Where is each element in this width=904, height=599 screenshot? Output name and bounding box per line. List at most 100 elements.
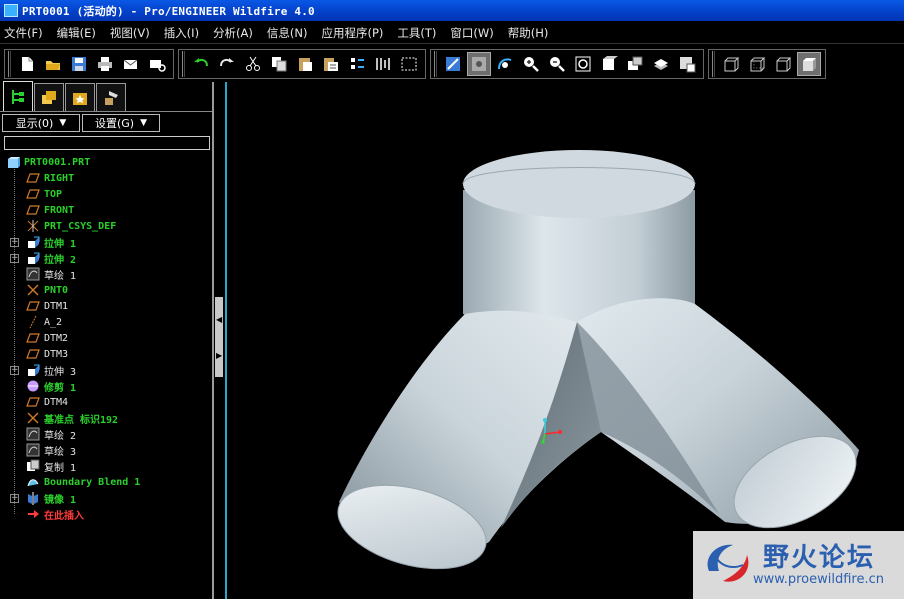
tree-node-label: 拉伸 1: [44, 238, 77, 250]
reorient-icon[interactable]: [597, 52, 621, 76]
tree-node-label: TOP: [44, 188, 63, 200]
tree-node[interactable]: A_2: [0, 314, 212, 330]
menu-insert[interactable]: 插入(I): [164, 25, 199, 41]
sketch-icon: [26, 427, 40, 441]
tree-node-label: RIGHT: [44, 172, 75, 184]
tree-node[interactable]: PRT_CSYS_DEF: [0, 218, 212, 234]
datum-plane-icon: [26, 299, 40, 313]
view-manager-icon[interactable]: [675, 52, 699, 76]
tree-node[interactable]: PNT0: [0, 282, 212, 298]
toolbar-group-2: [178, 48, 426, 79]
orient-icon[interactable]: [493, 52, 517, 76]
new-icon[interactable]: [15, 52, 39, 76]
redo-icon[interactable]: [215, 52, 239, 76]
menu-view[interactable]: 视图(V): [110, 25, 150, 41]
menu-analysis[interactable]: 分析(A): [213, 25, 253, 41]
selection-filter-icon[interactable]: [397, 52, 421, 76]
toolbar-grip[interactable]: [8, 50, 11, 77]
datum-plane-icon: [26, 347, 40, 361]
expand-icon[interactable]: +: [10, 365, 19, 375]
expand-right-icon[interactable]: ▶: [216, 351, 222, 360]
tree-node[interactable]: 草绘 3: [0, 442, 212, 458]
menu-applications[interactable]: 应用程序(P): [321, 25, 383, 41]
tree-node[interactable]: + 拉伸 2: [0, 250, 212, 266]
tree-node[interactable]: 草绘 2: [0, 426, 212, 442]
part-icon: [6, 155, 20, 169]
cut-icon[interactable]: [241, 52, 265, 76]
tree-node[interactable]: DTM2: [0, 330, 212, 346]
menu-file[interactable]: 文件(F): [4, 25, 43, 41]
saved-views-icon[interactable]: [623, 52, 647, 76]
tree-options-bar: 显示(0) ▼ 设置(G) ▼: [0, 112, 212, 132]
graphics-window[interactable]: [227, 82, 904, 599]
tree-node[interactable]: 在此插入: [0, 506, 212, 522]
favorites-tab-icon[interactable]: [65, 83, 95, 111]
email-link-icon[interactable]: [145, 52, 169, 76]
tree-node[interactable]: DTM4: [0, 394, 212, 410]
splitter-handle[interactable]: ◀ ▶: [215, 297, 223, 377]
wireframe-icon[interactable]: [719, 52, 743, 76]
tree-node-label: 草绘 3: [44, 446, 77, 458]
tree-node[interactable]: 基准点 标识192: [0, 410, 212, 426]
toolbar-grip[interactable]: [434, 50, 437, 77]
tree-node[interactable]: TOP: [0, 186, 212, 202]
shading-icon[interactable]: [797, 51, 821, 76]
refit-icon[interactable]: [571, 52, 595, 76]
tree-node[interactable]: Boundary Blend 1: [0, 474, 212, 490]
expand-icon[interactable]: +: [10, 493, 19, 503]
tree-node[interactable]: + 镜像 1: [0, 490, 212, 506]
open-icon[interactable]: [41, 52, 65, 76]
tree-node[interactable]: PRT0001.PRT: [0, 154, 212, 170]
tree-filter-input[interactable]: [4, 136, 210, 150]
datum-plane-icon: [26, 395, 40, 409]
toolbar-group-4: [708, 48, 826, 79]
connections-tab-icon[interactable]: [96, 83, 126, 111]
expand-icon[interactable]: +: [10, 253, 19, 263]
menu-window[interactable]: 窗口(W): [450, 25, 493, 41]
datum-point-icon: [26, 283, 40, 297]
toolbar-grip[interactable]: [182, 50, 185, 77]
menu-help[interactable]: 帮助(H): [508, 25, 549, 41]
hidden-line-icon[interactable]: [745, 52, 769, 76]
zoom-in-icon[interactable]: [519, 52, 543, 76]
save-icon[interactable]: [67, 52, 91, 76]
menu-edit[interactable]: 编辑(E): [57, 25, 96, 41]
print-icon[interactable]: [93, 52, 117, 76]
tree-node-label: PNT0: [44, 284, 69, 296]
tree-node[interactable]: FRONT: [0, 202, 212, 218]
sketch-icon: [26, 443, 40, 457]
email-icon[interactable]: [119, 52, 143, 76]
folder-browser-tab-icon[interactable]: [34, 83, 64, 111]
spin-center-icon[interactable]: [467, 51, 491, 76]
no-hidden-icon[interactable]: [771, 52, 795, 76]
menu-tools[interactable]: 工具(T): [397, 25, 436, 41]
undo-icon[interactable]: [189, 52, 213, 76]
regenerate-icon[interactable]: [345, 52, 369, 76]
tree-node[interactable]: + 拉伸 3: [0, 362, 212, 378]
model-tree-tab-icon[interactable]: [3, 81, 33, 111]
tree-node[interactable]: 复制 1: [0, 458, 212, 474]
y-pipe-model[interactable]: [227, 82, 904, 599]
tree-node[interactable]: DTM1: [0, 298, 212, 314]
menu-info[interactable]: 信息(N): [267, 25, 308, 41]
toolbar-grip[interactable]: [712, 50, 715, 77]
expand-icon[interactable]: +: [10, 237, 19, 247]
tree-node-label: 修剪 1: [44, 382, 77, 394]
zoom-out-icon[interactable]: [545, 52, 569, 76]
tree-node[interactable]: + 拉伸 1: [0, 234, 212, 250]
tree-node[interactable]: DTM3: [0, 346, 212, 362]
toolbar-group-1: [4, 48, 174, 79]
ribbon-icon[interactable]: [371, 52, 395, 76]
tree-node[interactable]: RIGHT: [0, 170, 212, 186]
show-dropdown[interactable]: 显示(0) ▼: [2, 114, 80, 132]
copy-icon[interactable]: [267, 52, 291, 76]
settings-dropdown[interactable]: 设置(G) ▼: [82, 114, 160, 132]
repaint-icon[interactable]: [441, 52, 465, 76]
show-dropdown-label: 显示(0): [15, 117, 54, 130]
layers-icon[interactable]: [649, 52, 673, 76]
paste-special-icon[interactable]: [319, 52, 343, 76]
collapse-left-icon[interactable]: ◀: [216, 315, 222, 324]
paste-icon[interactable]: [293, 52, 317, 76]
tree-node[interactable]: 修剪 1: [0, 378, 212, 394]
tree-node[interactable]: 草绘 1: [0, 266, 212, 282]
